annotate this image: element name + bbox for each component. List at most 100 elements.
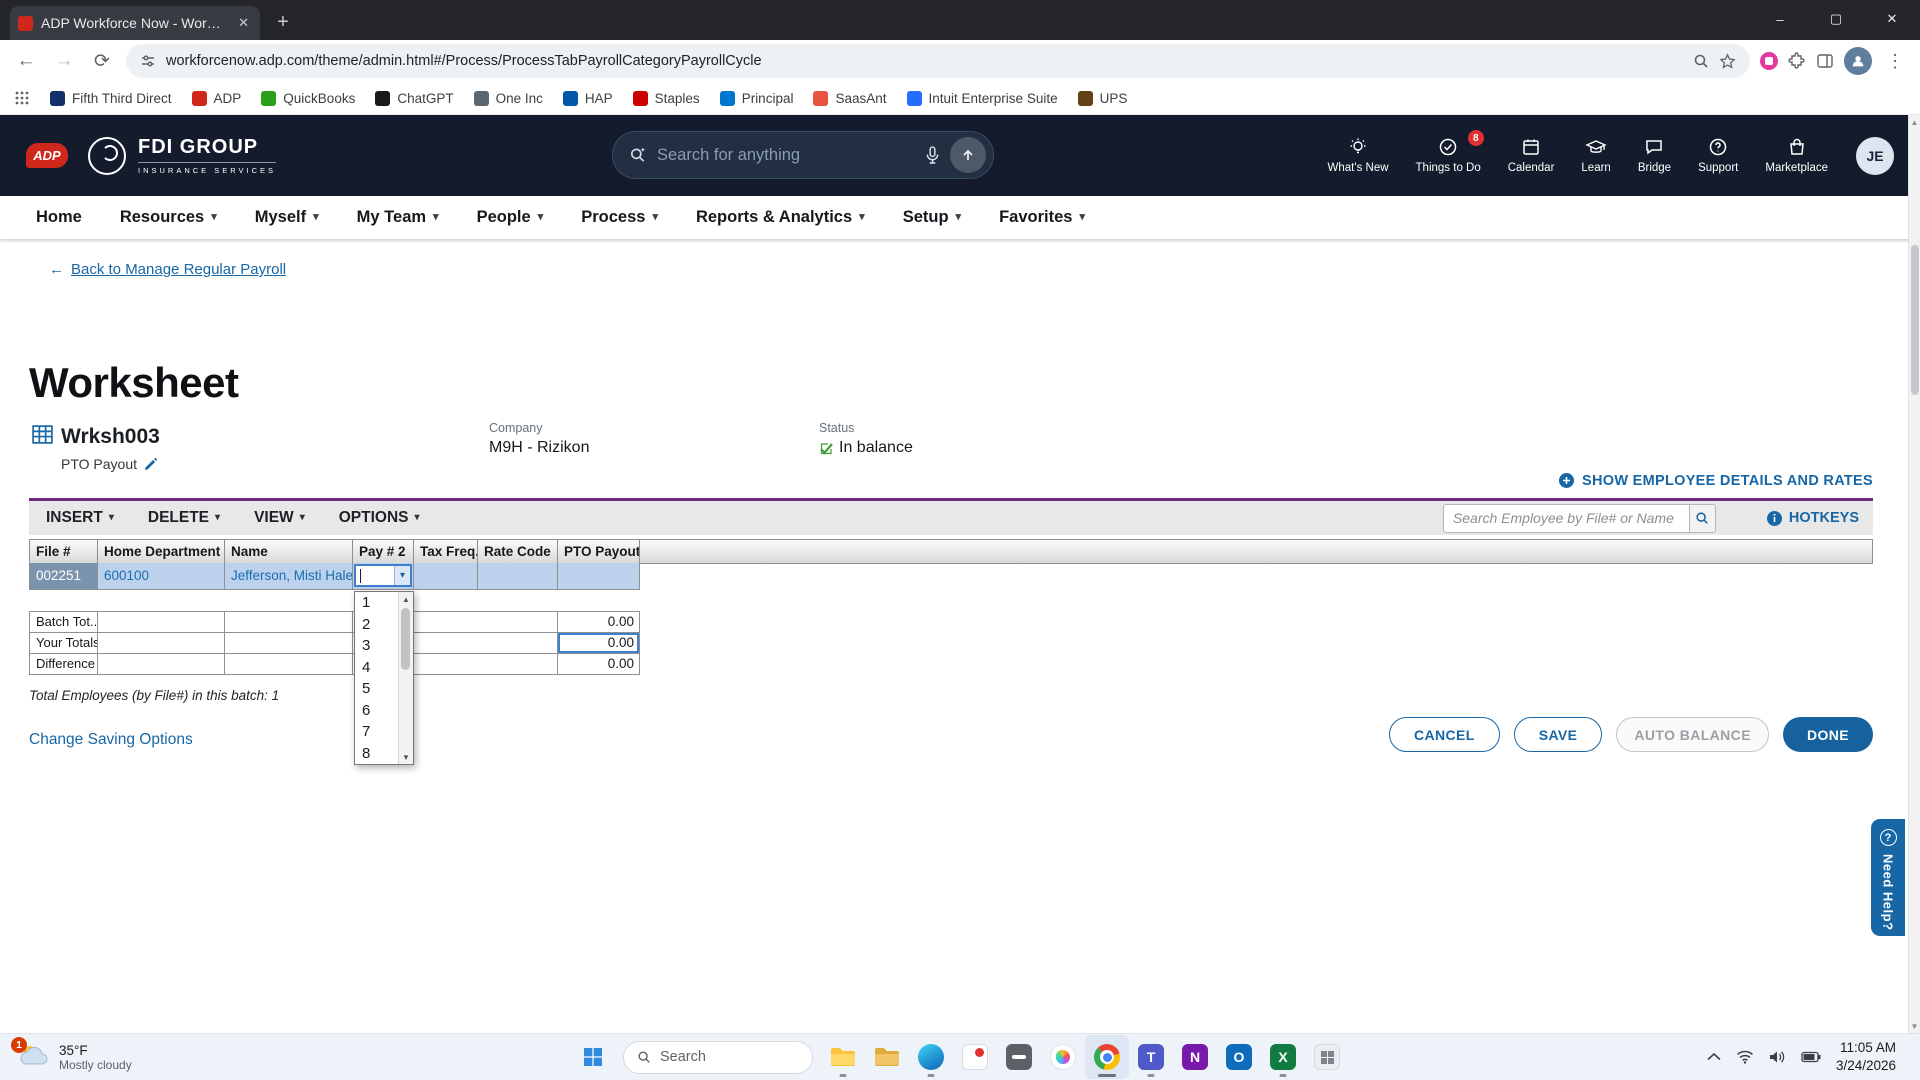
- cell-employee-name[interactable]: Jefferson, Misti Hale: [225, 563, 353, 590]
- global-search-input[interactable]: [657, 146, 915, 165]
- nav-item-reports-analytics[interactable]: Reports & Analytics: [696, 208, 865, 227]
- nav-item-myself[interactable]: Myself: [255, 208, 319, 227]
- folder-button[interactable]: [865, 1035, 909, 1079]
- marketplace-button[interactable]: Marketplace: [1765, 137, 1828, 174]
- forward-button[interactable]: →: [50, 50, 78, 72]
- column-header-rate-code[interactable]: Rate Code: [478, 540, 558, 563]
- bookmark-saasant[interactable]: SaasAnt: [813, 91, 886, 106]
- need-help-tab[interactable]: ? Need Help?: [1871, 819, 1905, 936]
- scroll-down-icon[interactable]: ▼: [399, 750, 413, 764]
- excel-button[interactable]: [1261, 1035, 1305, 1079]
- file-explorer-button[interactable]: [821, 1035, 865, 1079]
- employee-search-input[interactable]: [1443, 504, 1690, 533]
- cell-rate-code[interactable]: [478, 563, 558, 590]
- dropdown-option-8[interactable]: 8: [355, 743, 398, 765]
- column-header-file[interactable]: File #: [30, 540, 98, 563]
- onenote-button[interactable]: [1173, 1035, 1217, 1079]
- dropdown-option-5[interactable]: 5: [355, 678, 398, 700]
- dropdown-scroll-track[interactable]: [399, 606, 413, 750]
- cell-pto-payout[interactable]: [558, 563, 640, 590]
- bridge-button[interactable]: Bridge: [1638, 137, 1671, 174]
- bookmark-intuit[interactable]: Intuit Enterprise Suite: [907, 91, 1058, 106]
- nav-item-setup[interactable]: Setup: [903, 208, 961, 227]
- gray-app-button[interactable]: [997, 1035, 1041, 1079]
- taskbar-search-input[interactable]: [660, 1049, 780, 1065]
- hotkeys-link[interactable]: HOTKEYS: [1766, 510, 1859, 527]
- column-header-tax-freq[interactable]: Tax Freq...: [414, 540, 478, 563]
- app-grid-button[interactable]: [1305, 1035, 1349, 1079]
- scrollbar-up-icon[interactable]: ▲: [1909, 115, 1920, 129]
- dropdown-option-4[interactable]: 4: [355, 657, 398, 679]
- done-button[interactable]: DONE: [1783, 717, 1873, 752]
- voice-search-icon[interactable]: [925, 146, 940, 165]
- reload-button[interactable]: ⟳: [88, 50, 116, 73]
- dropdown-scroll-thumb[interactable]: [401, 608, 410, 670]
- save-button[interactable]: SAVE: [1514, 717, 1603, 752]
- pay2-combobox[interactable]: [354, 564, 412, 587]
- side-panel-icon[interactable]: [1816, 52, 1834, 70]
- browser-tab[interactable]: ADP Workforce Now - Workshe... ✕: [10, 6, 260, 40]
- taskbar-clock[interactable]: 11:05 AM 3/24/2026: [1836, 1039, 1896, 1075]
- scroll-up-icon[interactable]: ▲: [399, 592, 413, 606]
- cell-home-department[interactable]: 600100: [98, 563, 225, 590]
- column-header-home-department[interactable]: Home Department: [98, 540, 225, 563]
- bookmark-adp[interactable]: ADP: [192, 91, 242, 106]
- delete-menu[interactable]: DELETE: [148, 509, 220, 527]
- dropdown-option-2[interactable]: 2: [355, 614, 398, 636]
- cancel-button[interactable]: CANCEL: [1389, 717, 1500, 752]
- app-with-notification-button[interactable]: [953, 1035, 997, 1079]
- tray-chevron-icon[interactable]: [1707, 1053, 1721, 1061]
- bookmark-fifth-third[interactable]: Fifth Third Direct: [50, 91, 172, 106]
- bookmark-chatgpt[interactable]: ChatGPT: [375, 91, 453, 106]
- profile-avatar[interactable]: [1844, 47, 1872, 75]
- start-button[interactable]: [571, 1035, 615, 1079]
- pinned-extension-icon[interactable]: [1760, 52, 1778, 70]
- column-header-name[interactable]: Name: [225, 540, 353, 563]
- bookmark-star-icon[interactable]: [1719, 53, 1736, 70]
- calendar-button[interactable]: Calendar: [1508, 137, 1555, 174]
- dropdown-option-7[interactable]: 7: [355, 721, 398, 743]
- search-submit-button[interactable]: [950, 137, 986, 173]
- auto-balance-button[interactable]: AUTO BALANCE: [1616, 717, 1769, 752]
- things-to-do-button[interactable]: 8 Things to Do: [1416, 137, 1481, 174]
- support-button[interactable]: Support: [1698, 137, 1738, 174]
- site-settings-icon[interactable]: [140, 53, 156, 69]
- extensions-puzzle-icon[interactable]: [1788, 52, 1806, 70]
- weather-widget[interactable]: 1 35°F Mostly cloudy: [10, 1034, 140, 1080]
- bookmark-principal[interactable]: Principal: [720, 91, 794, 106]
- battery-icon[interactable]: [1801, 1051, 1821, 1063]
- nav-item-process[interactable]: Process: [581, 208, 658, 227]
- bookmark-quickbooks[interactable]: QuickBooks: [261, 91, 355, 106]
- user-avatar[interactable]: JE: [1856, 137, 1894, 175]
- learn-button[interactable]: Learn: [1581, 137, 1610, 174]
- nav-item-my-team[interactable]: My Team: [357, 208, 439, 227]
- wifi-icon[interactable]: [1736, 1050, 1754, 1064]
- new-tab-button[interactable]: +: [268, 7, 298, 37]
- nav-item-resources[interactable]: Resources: [120, 208, 217, 227]
- tab-close-icon[interactable]: ✕: [235, 15, 252, 31]
- insert-menu[interactable]: INSERT: [46, 509, 114, 527]
- window-minimize-button[interactable]: –: [1752, 0, 1808, 38]
- copilot-button[interactable]: [1041, 1035, 1085, 1079]
- nav-item-favorites[interactable]: Favorites: [999, 208, 1085, 227]
- back-button[interactable]: ←: [12, 50, 40, 72]
- adp-logo[interactable]: ADP: [26, 143, 68, 168]
- whats-new-button[interactable]: What's New: [1328, 137, 1389, 174]
- outlook-button[interactable]: [1217, 1035, 1261, 1079]
- chrome-button[interactable]: [1085, 1035, 1129, 1079]
- options-menu[interactable]: OPTIONS: [339, 509, 420, 527]
- pay2-combobox-input[interactable]: [356, 566, 394, 585]
- url-bar[interactable]: workforcenow.adp.com/theme/admin.html#/P…: [126, 44, 1750, 78]
- your-totals-value[interactable]: 0.00: [558, 633, 640, 654]
- change-saving-options-link[interactable]: Change Saving Options: [29, 731, 193, 749]
- column-header-pay2[interactable]: Pay # 2: [353, 540, 414, 563]
- nav-item-home[interactable]: Home: [36, 208, 82, 227]
- view-menu[interactable]: VIEW: [254, 509, 305, 527]
- scrollbar-down-icon[interactable]: ▼: [1909, 1019, 1920, 1033]
- company-logo[interactable]: FDI GROUP INSURANCE SERVICES: [88, 136, 276, 175]
- apps-grid-icon[interactable]: [14, 90, 30, 106]
- dropdown-option-3[interactable]: 3: [355, 635, 398, 657]
- cell-file-number[interactable]: 002251: [30, 563, 98, 590]
- taskbar-search[interactable]: [623, 1041, 813, 1074]
- volume-icon[interactable]: [1769, 1050, 1786, 1064]
